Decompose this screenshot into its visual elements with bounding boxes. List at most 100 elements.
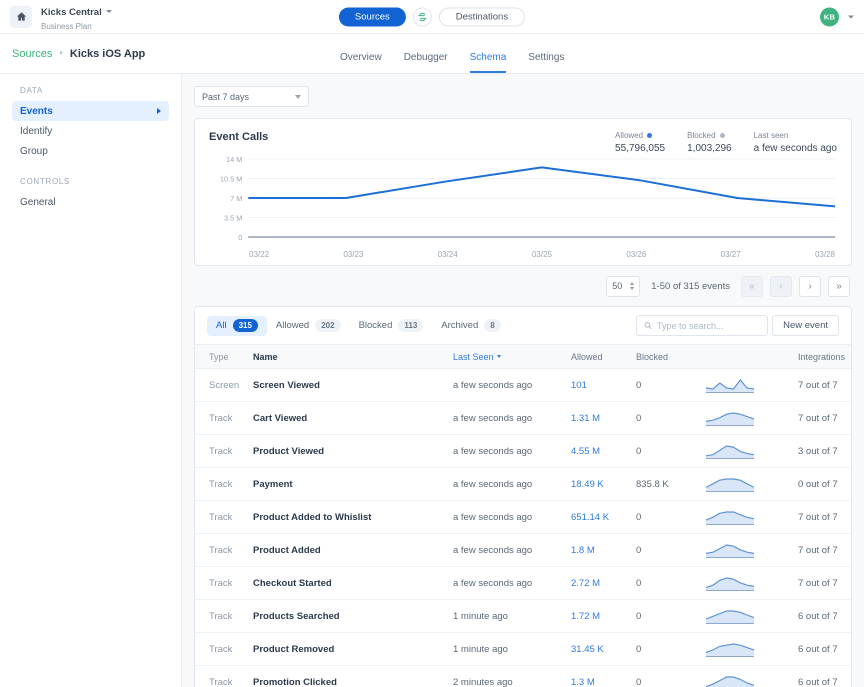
prev-page-button[interactable]: ‹ [770,275,792,297]
col-last-seen[interactable]: Last Seen [453,344,571,369]
cell-allowed: 1.72 M [571,599,636,633]
svg-text:0: 0 [238,233,242,242]
cell-name[interactable]: Product Removed [253,632,453,666]
cell-last-seen: 1 minute ago [453,599,571,633]
stat-last-seen-value: a few seconds ago [753,143,837,154]
col-allowed[interactable]: Allowed [571,344,636,369]
last-page-button[interactable]: » [828,275,850,297]
new-event-button[interactable]: New event [772,315,839,336]
cell-name[interactable]: Promotion Clicked [253,665,453,687]
filter-allowed[interactable]: Allowed 202 [267,316,350,336]
breadcrumb-parent[interactable]: Sources [12,48,52,60]
cell-name[interactable]: Checkout Started [253,566,453,600]
per-page-select[interactable]: 50 [606,275,641,297]
table-header-row: Type Name Last Seen Allowed Blocked Inte… [195,344,851,369]
cell-last-seen: a few seconds ago [453,401,571,435]
cell-integrations[interactable]: 6 out of 7 [798,599,851,633]
breadcrumb-separator: • [59,48,63,59]
cell-name[interactable]: Cart Viewed [253,401,453,435]
table-row[interactable]: Track Product Added to Whislist a few seco… [195,500,851,534]
filter-all[interactable]: All 315 [207,315,267,336]
stat-last-seen: Last seen a few seconds ago [754,131,837,154]
sidebar-item-general[interactable]: General [12,192,169,212]
allowed-count-link[interactable]: 18.49 K [571,479,604,490]
org-switcher[interactable]: Kicks Central Business Plan [41,2,112,31]
date-range-select[interactable]: Past 7 days [194,86,309,107]
avatar[interactable]: KB [820,7,839,26]
cell-integrations[interactable]: 6 out of 7 [798,665,851,687]
cell-allowed: 4.55 M [571,434,636,468]
cell-integrations[interactable]: 6 out of 7 [798,632,851,666]
table-row[interactable]: Track Checkout Started a few seconds ago 2.… [195,566,851,600]
allowed-count-link[interactable]: 1.72 M [571,611,600,622]
cell-type: Track [195,401,253,435]
next-page-button[interactable]: › [799,275,821,297]
cell-integrations[interactable]: 0 out of 7 [798,467,851,501]
sidebar-item-group[interactable]: Group [12,141,169,161]
page-title: Kicks iOS App [69,47,146,60]
search-box[interactable] [636,315,768,336]
cell-integrations[interactable]: 3 out of 7 [798,434,851,468]
allowed-count-link[interactable]: 651.14 K [571,512,609,523]
table-row[interactable]: Screen Screen Viewed a few seconds ago 101 0… [195,368,851,402]
segment-logo-icon[interactable] [412,7,432,26]
sidebar-item-identify[interactable]: Identify [12,121,169,141]
table-row[interactable]: Track Promotion Clicked 2 minutes ago 1.3 M… [195,665,851,687]
chevron-down-icon[interactable] [105,10,112,14]
col-blocked[interactable]: Blocked [636,344,706,369]
cell-blocked: 0 [636,434,706,468]
cell-integrations[interactable]: 7 out of 7 [798,500,851,534]
nav-destinations-pill[interactable]: Destinations [438,7,526,26]
sidebar-item-label: Identify [20,125,53,137]
sidebar-item-events[interactable]: Events [12,101,169,121]
cell-name[interactable]: Product Added [253,533,453,567]
cell-name[interactable]: Products Searched [253,599,453,633]
nav-sources-pill[interactable]: Sources [338,7,406,26]
cell-last-seen: 1 minute ago [453,632,571,666]
search-input[interactable] [656,320,760,331]
table-row[interactable]: Track Product Added a few seconds ago 1.8 M… [195,533,851,567]
sidebar-divider [0,161,181,177]
cell-type: Track [195,467,253,501]
top-bar: Kicks Central Business Plan Sources Dest… [0,0,864,34]
cell-name[interactable]: Payment [253,467,453,501]
tab-settings[interactable]: Settings [528,52,564,73]
cell-last-seen: a few seconds ago [453,533,571,567]
allowed-count-link[interactable]: 1.3 M [571,677,595,687]
allowed-count-link[interactable]: 101 [571,380,587,391]
cell-type: Screen [195,368,253,402]
table-row[interactable]: Track Cart Viewed a few seconds ago 1.31 M 0… [195,401,851,435]
chevron-down-icon[interactable] [848,15,854,18]
allowed-count-link[interactable]: 4.55 M [571,446,600,457]
filter-blocked[interactable]: Blocked 113 [350,316,433,336]
col-integrations[interactable]: Integrations [798,344,851,369]
stat-allowed-value: 55,796,055 [615,143,666,154]
table-row[interactable]: Track Products Searched 1 minute ago 1.72 M… [195,599,851,633]
col-name[interactable]: Name [253,344,453,369]
filter-archived[interactable]: Archived 8 [432,316,509,336]
cell-integrations[interactable]: 7 out of 7 [798,566,851,600]
cell-name[interactable]: Product Added to Whislist [253,500,453,534]
tab-debugger[interactable]: Debugger [404,52,448,73]
cell-integrations[interactable]: 7 out of 7 [798,533,851,567]
cell-name[interactable]: Screen Viewed [253,368,453,402]
table-row[interactable]: Track Product Removed 1 minute ago 31.45 K 0… [195,632,851,666]
cell-integrations[interactable]: 7 out of 7 [798,368,851,402]
first-page-button[interactable]: « [741,275,763,297]
col-type[interactable]: Type [195,344,253,369]
sort-desc-icon [496,354,501,358]
tab-schema[interactable]: Schema [469,52,507,73]
cell-name[interactable]: Product Viewed [253,434,453,468]
allowed-count-link[interactable]: 2.72 M [571,578,600,589]
table-row[interactable]: Track Payment a few seconds ago 18.49 K 835.… [195,467,851,501]
allowed-count-link[interactable]: 1.8 M [571,545,595,556]
stat-blocked-label: Blocked [687,131,732,140]
tab-overview[interactable]: Overview [340,52,382,73]
cell-allowed: 31.45 K [571,632,636,666]
cell-integrations[interactable]: 7 out of 7 [798,401,851,435]
table-row[interactable]: Track Product Viewed a few seconds ago 4.55… [195,434,851,468]
allowed-count-link[interactable]: 31.45 K [571,644,604,655]
user-menu[interactable]: KB [820,7,854,26]
home-icon[interactable] [10,5,32,28]
allowed-count-link[interactable]: 1.31 M [571,413,600,424]
